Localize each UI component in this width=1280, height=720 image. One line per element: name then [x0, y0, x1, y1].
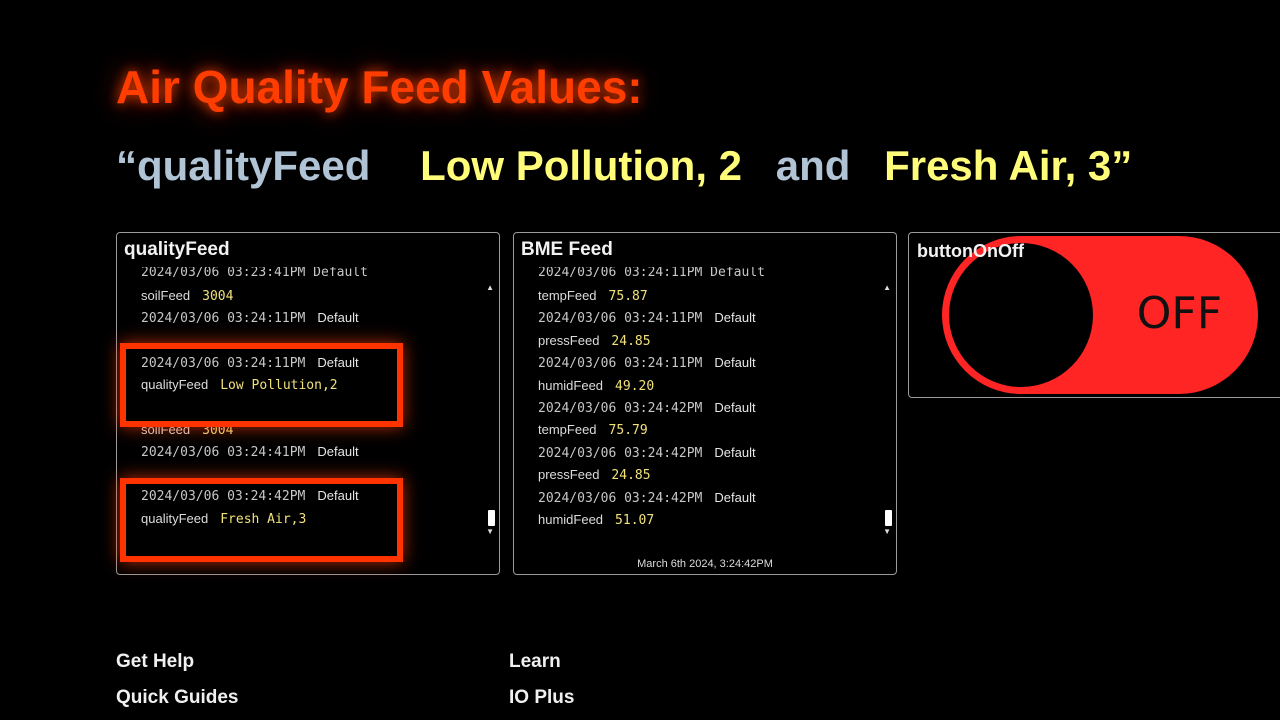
subheading-value2: Fresh Air, 3” [884, 142, 1133, 189]
panel-title: buttonOnOff [917, 241, 1024, 261]
highlight-box-low-pollution [120, 343, 403, 427]
list-item: pressFeed 24.85 [538, 467, 651, 484]
subheading-feed-name: qualityFeed [137, 142, 371, 189]
toggle-knob[interactable] [949, 243, 1093, 387]
button-on-off-panel: buttonOnOff OFF [908, 232, 1280, 398]
list-item: humidFeed 49.20 [538, 377, 655, 394]
learn-link[interactable]: Learn [509, 651, 561, 673]
scrollbar-thumb[interactable] [885, 510, 892, 526]
bme-feed-panel: BME Feed 2024/03/06 03:24:11PM Default t… [513, 232, 897, 575]
subheading-and: and [775, 142, 851, 189]
scroll-up-arrow-icon[interactable]: ▲ [486, 283, 494, 292]
feed-list[interactable]: 2024/03/06 03:24:11PM Default tempFeed 75… [538, 267, 866, 531]
clipped-line: 2024/03/06 03:23:41PM Default [141, 267, 368, 279]
open-quote: “ [116, 142, 137, 189]
list-item: 2024/03/06 03:24:11PM Default [538, 310, 756, 327]
list-item: humidFeed 51.07 [538, 511, 655, 528]
scroll-up-arrow-icon[interactable]: ▲ [883, 283, 891, 292]
list-item: 2024/03/06 03:24:42PM Default [538, 399, 756, 416]
subheading-value1: Low Pollution, 2 [420, 142, 743, 189]
list-item: tempFeed 75.79 [538, 422, 648, 439]
toggle-state-label: OFF [1136, 288, 1222, 339]
list-item: soilFeed 3004 [141, 288, 234, 304]
list-item: 2024/03/06 03:24:11PM Default [141, 310, 359, 327]
list-item: pressFeed 24.85 [538, 332, 651, 349]
panel-title: qualityFeed [124, 239, 230, 260]
get-help-link[interactable]: Get Help [116, 651, 194, 673]
slide-subheading: “qualityFeed Low Pollution, 2 and Fresh … [116, 142, 1132, 190]
quick-guides-link[interactable]: Quick Guides [116, 687, 238, 709]
list-item: 2024/03/06 03:24:41PM Default [141, 443, 359, 460]
scroll-down-arrow-icon[interactable]: ▼ [486, 527, 494, 536]
list-item: 2024/03/06 03:24:42PM Default [538, 489, 756, 506]
io-plus-link[interactable]: IO Plus [509, 687, 574, 709]
scrollbar-thumb[interactable] [488, 510, 495, 526]
panel-title: BME Feed [521, 239, 613, 260]
list-item: tempFeed 75.87 [538, 288, 648, 304]
list-item: 2024/03/06 03:24:42PM Default [538, 444, 756, 461]
clipped-line: 2024/03/06 03:24:11PM Default [538, 267, 765, 279]
highlight-box-fresh-air [120, 478, 403, 562]
last-updated-timestamp: March 6th 2024, 3:24:42PM [637, 558, 773, 570]
slide-heading: Air Quality Feed Values: [116, 61, 643, 113]
list-item: 2024/03/06 03:24:11PM Default [538, 355, 756, 372]
scroll-down-arrow-icon[interactable]: ▼ [883, 527, 891, 536]
